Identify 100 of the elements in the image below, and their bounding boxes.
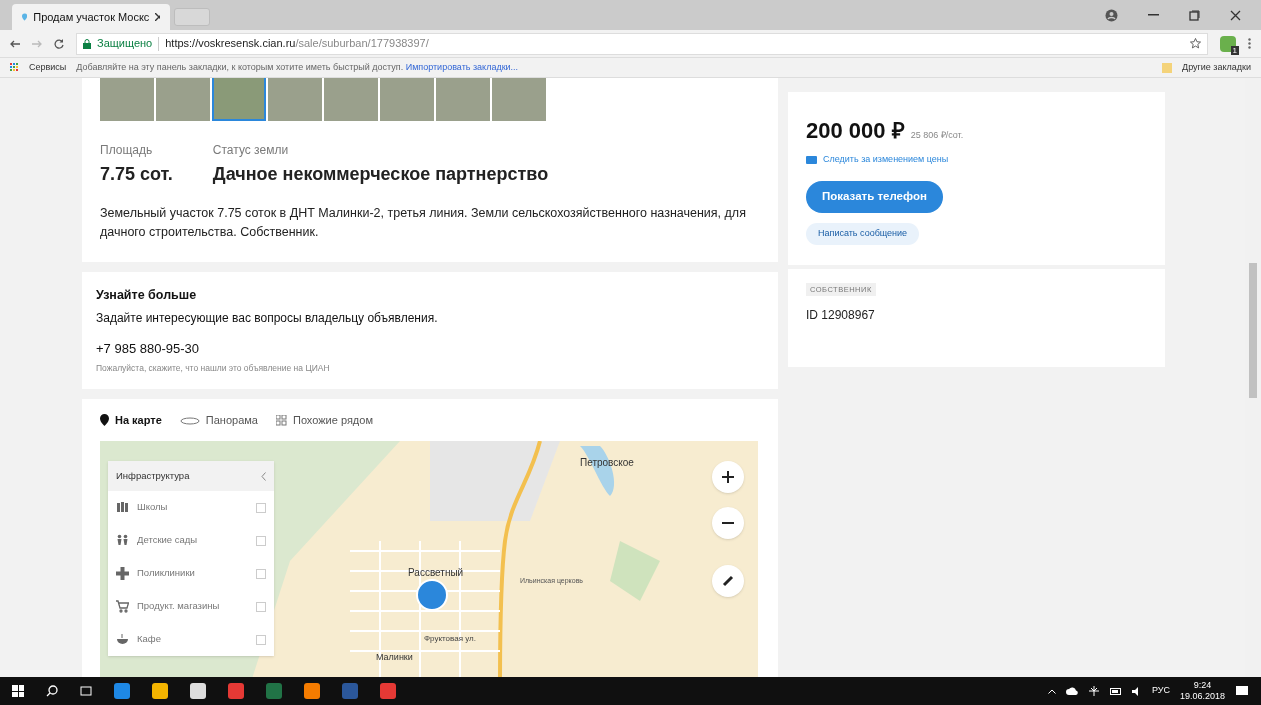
show-phone-button[interactable]: Показать телефон	[806, 180, 943, 213]
books-icon	[116, 501, 129, 514]
photo-thumbnail[interactable]	[156, 78, 210, 121]
new-tab-button[interactable]	[174, 8, 210, 26]
contact-title: Узнайте больше	[96, 287, 198, 304]
account-icon[interactable]	[1105, 8, 1118, 22]
search-icon[interactable]	[46, 685, 58, 697]
minimize-icon[interactable]	[1148, 14, 1159, 16]
clock-time: 9:24	[1193, 680, 1212, 691]
map-tab[interactable]: Панорама	[179, 411, 258, 429]
phone-number: +7 985 880-95-30	[96, 339, 200, 358]
infrastructure-item[interactable]: Кафе	[108, 623, 274, 656]
panel-title: Инфраструктура	[116, 468, 190, 483]
category-label: Поликлиники	[137, 566, 195, 581]
url-text: https://voskresensk.cian.ru/sale/suburban/177938397/	[165, 36, 429, 52]
infrastructure-item[interactable]: Детские сады	[108, 524, 274, 557]
infrastructure-item[interactable]: Поликлиники	[108, 557, 274, 590]
price-value: 200 000 ₽	[806, 117, 905, 145]
address-field[interactable]: Защищено https://voskresensk.cian.ru/sale/suburban/177938397/	[76, 32, 1208, 55]
fact-value: Дачное некоммерческое партнерство	[212, 163, 549, 186]
checkbox[interactable]	[256, 568, 266, 579]
photo-thumbnail[interactable]	[100, 78, 154, 121]
fact-label: Статус земли	[212, 142, 290, 159]
map-label: Фруктовая ул.	[424, 633, 476, 645]
photo-thumbnail[interactable]	[324, 78, 378, 121]
battery-icon[interactable]	[1109, 687, 1122, 695]
back-icon[interactable]	[10, 39, 20, 48]
secure-label: Защищено	[97, 36, 153, 52]
map-label: Рассветный	[408, 566, 464, 580]
star-icon[interactable]	[1190, 38, 1201, 49]
map-pin-icon	[22, 11, 28, 23]
tab-title: Продам участок Москс	[33, 9, 150, 25]
panorama-icon	[179, 414, 200, 426]
app-icon[interactable]	[304, 683, 320, 699]
photo-thumbnail[interactable]	[436, 78, 490, 121]
grid-icon	[275, 414, 287, 426]
notification-icon[interactable]	[1235, 684, 1249, 698]
map-tab[interactable]: Похожие рядом	[275, 411, 373, 429]
photo-thumbnail[interactable]	[492, 78, 546, 121]
contact-text: Задайте интересующие вас вопросы владельцу объявления.	[96, 309, 439, 327]
clock-date: 19.06.2018	[1179, 691, 1225, 702]
app-icon[interactable]	[152, 683, 168, 699]
bookmarks-hint: Добавляйте на эту панель закладки, к которым хотите иметь быстрый доступ. Импортировать закладки...	[76, 60, 519, 74]
language-indicator[interactable]: РУС	[1151, 684, 1170, 698]
category-label: Детские сады	[137, 533, 198, 548]
envelope-icon	[806, 155, 817, 164]
cloud-icon[interactable]	[1065, 687, 1078, 695]
extension-icon[interactable]: 1	[1220, 35, 1236, 52]
fact-label: Площадь	[100, 142, 154, 159]
watch-price-link[interactable]: Следить за изменением цены	[806, 153, 949, 167]
chevron-up-icon[interactable]	[1047, 688, 1056, 694]
plus-icon	[722, 471, 734, 483]
folder-icon	[1162, 62, 1173, 73]
photo-thumbnail[interactable]	[268, 78, 322, 121]
ruler-icon	[722, 575, 734, 587]
price-per-unit: 25 806 ₽/сот.	[910, 129, 964, 142]
app-icon[interactable]	[342, 683, 358, 699]
menu-icon[interactable]	[1248, 38, 1251, 49]
map-label: Малинки	[376, 651, 413, 664]
owner-id: ID 12908967	[806, 306, 875, 324]
message-button[interactable]: Написать сообщение	[806, 222, 920, 245]
forward-icon[interactable]	[32, 39, 42, 48]
map-tab[interactable]: На карте	[100, 411, 162, 429]
other-bookmarks[interactable]: Другие закладки	[1182, 60, 1251, 75]
app-icon[interactable]	[380, 683, 396, 699]
checkbox[interactable]	[256, 502, 266, 513]
scrollbar-thumb[interactable]	[1249, 263, 1257, 398]
browser-tab[interactable]: Продам участок Москс	[12, 4, 170, 30]
photo-thumbnail[interactable]	[212, 78, 266, 121]
children-icon	[116, 534, 129, 547]
app-icon[interactable]	[228, 683, 244, 699]
chevron-left-icon[interactable]	[261, 471, 266, 481]
app-icon[interactable]	[190, 683, 206, 699]
lock-icon	[83, 38, 91, 49]
checkbox[interactable]	[256, 535, 266, 546]
task-view-icon[interactable]	[80, 685, 92, 697]
minus-icon	[722, 522, 734, 524]
shopping-cart-icon	[116, 600, 129, 613]
contact-note: Пожалуйста, скажите, что нашли это объявление на ЦИАН	[96, 362, 331, 375]
medical-cross-icon	[116, 567, 129, 580]
cup-icon	[116, 633, 129, 646]
apps-icon[interactable]	[10, 63, 19, 72]
apps-link[interactable]: Сервисы	[29, 60, 67, 75]
map-pin-icon	[100, 414, 109, 426]
category-label: Продукт. магазины	[137, 599, 220, 614]
category-label: Школы	[137, 500, 168, 515]
maximize-icon[interactable]	[1189, 9, 1200, 21]
description-text: Земельный участок 7.75 соток в ДНТ Малинки-2, третья линия. Земли сельскохозяйственного назначения, для дачного строительства. Собственник.	[100, 205, 747, 241]
reload-icon[interactable]	[54, 38, 64, 49]
category-label: Кафе	[137, 632, 161, 647]
app-icon[interactable]	[114, 683, 130, 699]
fact-value: 7.75 сот.	[100, 163, 173, 186]
app-icon[interactable]	[266, 683, 282, 699]
checkbox[interactable]	[256, 634, 266, 645]
checkbox[interactable]	[256, 601, 266, 612]
infrastructure-item[interactable]: Школы	[108, 491, 274, 524]
map-label: Петровское	[580, 456, 634, 470]
photo-thumbnail[interactable]	[380, 78, 434, 121]
infrastructure-item[interactable]: Продукт. магазины	[108, 590, 274, 623]
windows-icon[interactable]	[12, 685, 24, 697]
